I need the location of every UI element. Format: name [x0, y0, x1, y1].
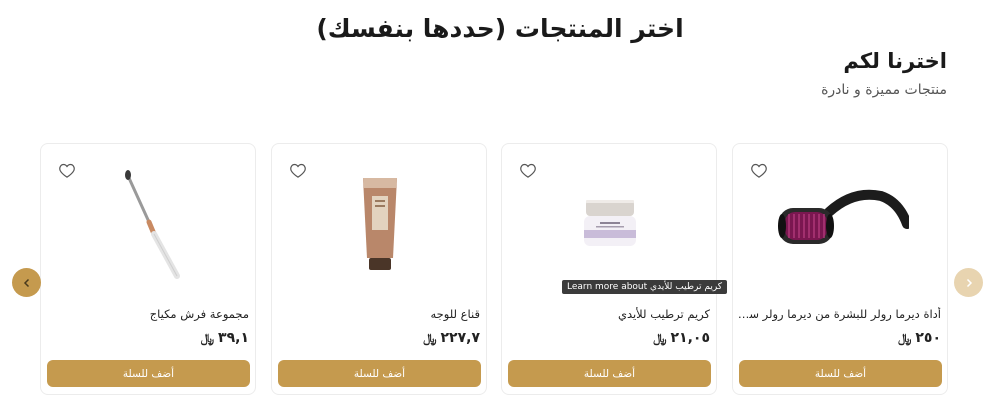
- product-price: ٢٥٠ ﷼: [898, 330, 941, 346]
- price-value: ٢١,٠٥: [670, 330, 711, 346]
- product-image[interactable]: [312, 154, 448, 294]
- chevron-left-icon: [23, 278, 29, 287]
- product-name[interactable]: قناع للوجه: [276, 307, 480, 321]
- price-value: ٣٩,١: [218, 330, 249, 346]
- product-tooltip: Learn more about كريم ترطيب للأيدي: [562, 280, 728, 294]
- add-to-cart-button[interactable]: أضف للسلة: [739, 360, 942, 387]
- riyal-icon: ﷼: [653, 330, 667, 345]
- product-name[interactable]: أداة ديرما رولر للبشرة من ديرما رولر سيس…: [737, 307, 941, 321]
- add-to-cart-button[interactable]: أضف للسلة: [508, 360, 711, 387]
- price-value: ٢٥٠: [915, 330, 941, 346]
- product-image[interactable]: [542, 154, 678, 294]
- heart-outline-icon[interactable]: [289, 161, 307, 179]
- heart-outline-icon[interactable]: [58, 161, 76, 179]
- product-image[interactable]: [773, 154, 909, 294]
- riyal-icon: ﷼: [423, 330, 437, 345]
- product-price: ٢١,٠٥ ﷼: [653, 330, 710, 346]
- section-header: اخترنا لكم منتجات مميزة و نادرة: [821, 46, 947, 98]
- product-card[interactable]: Learn more about كريم ترطيب للأيدي كريم …: [501, 143, 728, 395]
- product-carousel: مجموعة فرش مكياج ٣٩,١ ﷼ أضف للسلة قناع ل…: [40, 143, 948, 395]
- add-to-cart-button[interactable]: أضف للسلة: [278, 360, 481, 387]
- carousel-prev-button[interactable]: [12, 268, 41, 297]
- product-card[interactable]: مجموعة فرش مكياج ٣٩,١ ﷼ أضف للسلة: [40, 143, 256, 395]
- carousel-next-button[interactable]: [954, 268, 983, 297]
- product-price: ٣٩,١ ﷼: [201, 330, 249, 346]
- page-title: اختر المنتجات (حددها بنفسك): [316, 14, 684, 43]
- product-price: ٢٢٧,٧ ﷼: [423, 330, 480, 346]
- add-to-cart-button[interactable]: أضف للسلة: [47, 360, 250, 387]
- heart-outline-icon[interactable]: [750, 161, 768, 179]
- product-image[interactable]: [81, 154, 217, 294]
- product-name[interactable]: كريم ترطيب للأيدي: [506, 307, 710, 321]
- price-value: ٢٢٧,٧: [440, 330, 481, 346]
- heart-outline-icon[interactable]: [519, 161, 537, 179]
- riyal-icon: ﷼: [898, 330, 912, 345]
- product-card[interactable]: أداة ديرما رولر للبشرة من ديرما رولر سيس…: [732, 143, 948, 395]
- section-subtitle: منتجات مميزة و نادرة: [821, 82, 947, 98]
- product-card[interactable]: قناع للوجه ٢٢٧,٧ ﷼ أضف للسلة: [271, 143, 487, 395]
- riyal-icon: ﷼: [200, 330, 215, 345]
- chevron-right-icon: [966, 278, 972, 287]
- product-name[interactable]: مجموعة فرش مكياج: [45, 307, 249, 321]
- section-title: اخترنا لكم: [843, 49, 947, 73]
